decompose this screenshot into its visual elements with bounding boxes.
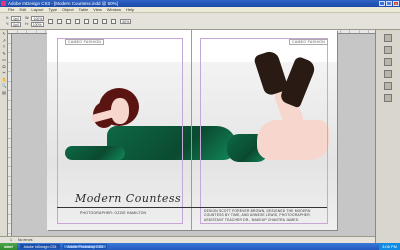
maximize-button[interactable]: □ bbox=[386, 1, 392, 6]
system-clock: 3:06 PM bbox=[379, 243, 400, 250]
pasteboard[interactable]: CAMEO FASHION CAMEO FASHION Modern Count… bbox=[8, 30, 375, 243]
stroke-panel-icon[interactable] bbox=[384, 70, 392, 78]
taskbar-item-photoshop[interactable]: Adobe Photoshop CS3 bbox=[63, 244, 107, 249]
document-spread[interactable]: CAMEO FASHION CAMEO FASHION Modern Count… bbox=[47, 30, 337, 230]
pen-tool-icon[interactable]: ✎ bbox=[2, 51, 7, 56]
y-field[interactable]: 0p0 bbox=[11, 21, 21, 27]
menu-layout[interactable]: Layout bbox=[31, 7, 43, 12]
zoom-field[interactable]: 50% bbox=[120, 18, 132, 24]
position-fields: X: 0p0 Y: 0p0 bbox=[6, 15, 22, 27]
y-label: Y: bbox=[6, 22, 10, 26]
w-field[interactable]: 100% bbox=[31, 15, 45, 21]
h-label: H: bbox=[25, 22, 29, 26]
selection-tool-icon[interactable]: ↖ bbox=[2, 31, 7, 36]
window-title: Adobe InDesign CS3 - [Modern Countess.in… bbox=[8, 1, 118, 6]
window-controls: _ □ × bbox=[379, 1, 399, 6]
rotate-icon[interactable] bbox=[48, 18, 54, 24]
title-bar: Adobe InDesign CS3 - [Modern Countess.in… bbox=[0, 0, 400, 7]
flip-horizontal-icon[interactable] bbox=[66, 18, 72, 24]
fill-icon[interactable] bbox=[93, 18, 99, 24]
wrap-icon[interactable] bbox=[102, 18, 108, 24]
spread-spine bbox=[191, 30, 192, 230]
menu-type[interactable]: Type bbox=[48, 7, 57, 12]
h-field[interactable]: 100% bbox=[30, 21, 44, 27]
minimize-button[interactable]: _ bbox=[379, 1, 385, 6]
control-panel: X: 0p0 Y: 0p0 W: 100% H: 100% 50% bbox=[0, 13, 400, 30]
preflight-status: No errors bbox=[17, 238, 33, 242]
tools-panel: ↖ ↗ T ✎ ▭ ⬭ ✂ ✋ 🔍 ▤ bbox=[0, 30, 8, 243]
pages-panel-icon[interactable] bbox=[384, 34, 392, 42]
photo-credit[interactable]: PHOTOGRAPHER: OZZIE HAMILTON bbox=[80, 211, 146, 215]
start-button[interactable]: start bbox=[0, 243, 17, 250]
menu-object[interactable]: Object bbox=[62, 7, 74, 12]
vertical-ruler[interactable] bbox=[8, 34, 12, 243]
running-head-right[interactable]: CAMEO FASHION bbox=[289, 39, 329, 45]
windows-taskbar: start Adobe InDesign CS3 Adobe Photoshop… bbox=[0, 243, 400, 250]
stroke-icon[interactable] bbox=[84, 18, 90, 24]
swatches-panel-icon[interactable] bbox=[384, 94, 392, 102]
size-fields: W: 100% H: 100% bbox=[25, 15, 45, 27]
close-button[interactable]: × bbox=[393, 1, 399, 6]
menu-help[interactable]: Help bbox=[126, 7, 134, 12]
color-panel-icon[interactable] bbox=[384, 82, 392, 90]
menu-table[interactable]: Table bbox=[79, 7, 89, 12]
rectangle-tool-icon[interactable]: ▭ bbox=[2, 57, 7, 62]
swatch-tool-icon[interactable]: ▤ bbox=[2, 90, 7, 95]
body-text-frame[interactable]: DESIGN SCOTT FOREVER BROWN, DESIGNED THE… bbox=[204, 209, 324, 222]
menu-window[interactable]: Window bbox=[107, 7, 121, 12]
ellipse-tool-icon[interactable]: ⬭ bbox=[2, 64, 7, 69]
zoom-tool-icon[interactable]: 🔍 bbox=[2, 83, 7, 88]
menu-edit[interactable]: Edit bbox=[19, 7, 26, 12]
panel-dock bbox=[375, 30, 400, 243]
x-label: X: bbox=[6, 16, 10, 20]
effects-icon[interactable] bbox=[111, 18, 117, 24]
scissors-tool-icon[interactable]: ✂ bbox=[2, 70, 7, 75]
direct-selection-tool-icon[interactable]: ↗ bbox=[2, 38, 7, 43]
menu-file[interactable]: File bbox=[8, 7, 14, 12]
w-label: W: bbox=[25, 16, 30, 20]
h-row: H: 100% bbox=[25, 21, 44, 27]
x-row: X: 0p0 bbox=[6, 15, 22, 21]
title-rule bbox=[57, 207, 327, 208]
indesign-app-icon bbox=[1, 1, 6, 6]
running-head-left[interactable]: CAMEO FASHION bbox=[65, 39, 105, 45]
w-row: W: 100% bbox=[25, 15, 45, 21]
hand-tool-icon[interactable]: ✋ bbox=[2, 77, 7, 82]
links-panel-icon[interactable] bbox=[384, 58, 392, 66]
layers-panel-icon[interactable] bbox=[384, 46, 392, 54]
page-number[interactable]: 1 bbox=[10, 238, 12, 242]
menu-view[interactable]: View bbox=[93, 7, 102, 12]
shear-icon[interactable] bbox=[57, 18, 63, 24]
article-title[interactable]: Modern Countess bbox=[75, 192, 181, 205]
document-status-bar: 1 No errors bbox=[0, 236, 375, 243]
type-tool-icon[interactable]: T bbox=[2, 44, 7, 49]
y-row: Y: 0p0 bbox=[6, 21, 21, 27]
taskbar-item-indesign[interactable]: Adobe InDesign CS3 bbox=[19, 244, 61, 249]
flip-vertical-icon[interactable] bbox=[75, 18, 81, 24]
right-page-margins bbox=[200, 38, 328, 224]
x-field[interactable]: 0p0 bbox=[11, 15, 22, 21]
